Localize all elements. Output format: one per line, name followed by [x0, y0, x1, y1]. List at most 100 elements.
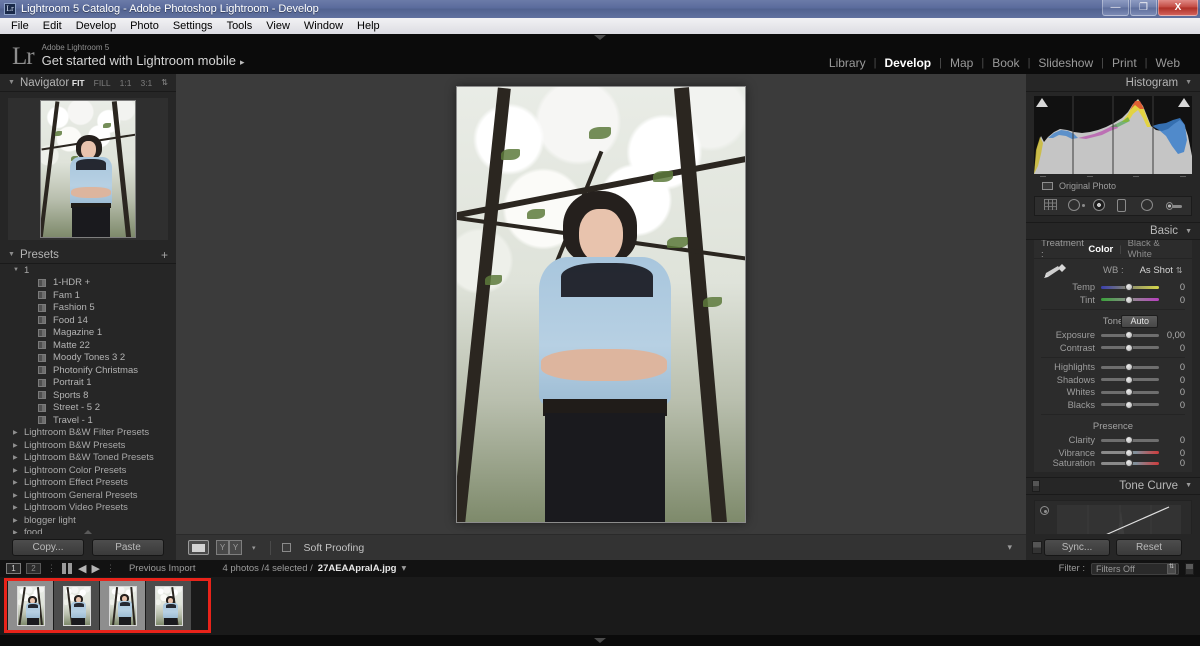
auto-tone-button[interactable]: Auto — [1121, 314, 1158, 328]
zoom-1-1[interactable]: 1:1 — [120, 78, 132, 88]
module-map[interactable]: Map — [942, 56, 981, 70]
chevron-down-icon[interactable]: ▾ — [252, 544, 256, 552]
navigator-preview[interactable] — [8, 98, 168, 240]
menu-develop[interactable]: Develop — [69, 18, 123, 34]
zoom-fit[interactable]: FIT — [72, 78, 85, 88]
targeted-adjustment-icon[interactable] — [1040, 505, 1049, 515]
add-preset-button[interactable]: + — [161, 248, 168, 262]
module-web[interactable]: Web — [1148, 56, 1188, 70]
menu-view[interactable]: View — [259, 18, 297, 34]
preset-item[interactable]: Photonify Christmas — [0, 364, 176, 377]
graduated-filter-icon[interactable] — [1117, 199, 1133, 213]
preset-item[interactable]: Magazine 1 — [0, 327, 176, 340]
preset-group-bw[interactable]: ▶ Lightroom B&W Presets — [0, 439, 176, 452]
preset-item[interactable]: Sports 8 — [0, 389, 176, 402]
slider-knob[interactable] — [1124, 295, 1133, 304]
before-after-a[interactable]: Y — [216, 540, 229, 555]
basic-panel-header[interactable]: Basic ▼ — [1026, 222, 1200, 240]
radial-filter-icon[interactable] — [1141, 199, 1157, 213]
zoom-stepper-icon[interactable]: ⇅ — [161, 78, 168, 87]
preset-group-effect[interactable]: ▶ Lightroom Effect Presets — [0, 477, 176, 490]
slider-knob[interactable] — [1124, 343, 1133, 352]
slider-row-shadows[interactable]: Shadows 0 — [1034, 374, 1192, 387]
current-filename[interactable]: 27AEAApralA.jpg — [318, 563, 397, 574]
filmstrip-cell[interactable] — [8, 580, 53, 632]
filters-toggle-switch[interactable] — [1185, 562, 1194, 575]
highlight-clipping-indicator[interactable] — [1178, 98, 1190, 107]
slider-knob[interactable] — [1124, 436, 1133, 445]
menu-settings[interactable]: Settings — [166, 18, 220, 34]
filmstrip-cell[interactable] — [54, 580, 99, 632]
close-button[interactable]: X — [1158, 0, 1198, 16]
preset-item[interactable]: Fam 1 — [0, 289, 176, 302]
page-2-button[interactable]: 2 — [26, 563, 41, 574]
slider-knob[interactable] — [1124, 388, 1133, 397]
adjustment-brush-icon[interactable] — [1165, 199, 1182, 213]
forward-arrow-icon[interactable]: ▶ — [91, 562, 99, 575]
spot-removal-icon[interactable] — [1068, 199, 1084, 213]
image-stage[interactable] — [176, 74, 1026, 534]
preset-item[interactable]: Travel - 1 — [0, 414, 176, 427]
paste-button[interactable]: Paste — [92, 538, 164, 556]
slider-track[interactable] — [1101, 283, 1159, 292]
top-panel-collapse-arrow[interactable] — [594, 35, 606, 40]
reset-button[interactable]: Reset — [1116, 538, 1182, 556]
slider-track[interactable] — [1101, 331, 1159, 340]
restore-button[interactable]: ❐ — [1130, 0, 1157, 16]
before-after-buttons[interactable]: Y Y — [216, 540, 242, 555]
toolbar-options-chevron-icon[interactable]: ▾ — [1007, 542, 1012, 553]
menu-edit[interactable]: Edit — [36, 18, 69, 34]
wb-value[interactable]: As Shot — [1140, 265, 1173, 276]
slider-knob[interactable] — [1124, 331, 1133, 340]
preset-group-general[interactable]: ▶ Lightroom General Presets — [0, 489, 176, 502]
module-print[interactable]: Print — [1104, 56, 1145, 70]
source-label[interactable]: Previous Import — [129, 563, 196, 574]
back-arrow-icon[interactable]: ◀ — [78, 562, 86, 575]
loupe-view-icon[interactable] — [188, 540, 209, 555]
histogram-header[interactable]: Histogram ▼ — [1026, 74, 1200, 92]
copy-button[interactable]: Copy... — [12, 538, 84, 556]
preset-item[interactable]: Fashion 5 — [0, 302, 176, 315]
menu-photo[interactable]: Photo — [123, 18, 166, 34]
crop-overlay-icon[interactable] — [1044, 199, 1060, 213]
slider-track[interactable] — [1101, 400, 1159, 409]
slider-row-tint[interactable]: Tint 0 — [1034, 294, 1192, 307]
slider-row-clarity[interactable]: Clarity 0 — [1034, 434, 1192, 447]
page-1-button[interactable]: 1 — [6, 563, 21, 574]
tone-curve-switch[interactable] — [1032, 479, 1040, 492]
histogram-graph[interactable] — [1034, 96, 1192, 174]
wb-stepper-icon[interactable]: ⇅ — [1176, 266, 1183, 275]
preset-group-color[interactable]: ▶ Lightroom Color Presets — [0, 464, 176, 477]
treatment-color-option[interactable]: Color — [1088, 244, 1113, 255]
preset-group-1[interactable]: ▼ 1 — [0, 264, 176, 277]
slider-knob[interactable] — [1124, 363, 1133, 372]
slider-track[interactable] — [1101, 459, 1159, 468]
zoom-3-1[interactable]: 3:1 — [140, 78, 152, 88]
treatment-bw-option[interactable]: Black & White — [1128, 238, 1185, 260]
soft-proofing-checkbox[interactable] — [281, 543, 291, 552]
filter-dropdown[interactable]: Filters Off ⇅ — [1091, 562, 1179, 575]
slider-track[interactable] — [1101, 295, 1159, 304]
preset-item[interactable]: Moody Tones 3 2 — [0, 352, 176, 365]
slider-row-contrast[interactable]: Contrast 0 — [1034, 342, 1192, 355]
filmstrip-cell[interactable] — [146, 580, 191, 632]
minimize-button[interactable]: — — [1102, 0, 1129, 16]
preset-item[interactable]: 1-HDR + — [0, 277, 176, 290]
slider-row-saturation[interactable]: Saturation 0 — [1034, 458, 1192, 472]
preset-item[interactable]: Matte 22 — [0, 339, 176, 352]
slider-row-whites[interactable]: Whites 0 — [1034, 386, 1192, 399]
slider-knob[interactable] — [1124, 400, 1133, 409]
preset-item[interactable]: Street - 5 2 — [0, 402, 176, 415]
module-develop[interactable]: Develop — [876, 56, 939, 70]
module-library[interactable]: Library — [821, 56, 874, 70]
preset-group-video[interactable]: ▶ Lightroom Video Presets — [0, 502, 176, 515]
menu-file[interactable]: File — [4, 18, 36, 34]
white-balance-selector-icon[interactable] — [1042, 262, 1068, 279]
shadow-clipping-indicator[interactable] — [1036, 98, 1048, 107]
bottom-panel-collapse-arrow[interactable] — [594, 638, 606, 643]
preset-item[interactable]: Food 14 — [0, 314, 176, 327]
original-photo-row[interactable]: Original Photo — [1034, 177, 1192, 196]
slider-knob[interactable] — [1124, 375, 1133, 384]
slider-row-vibrance[interactable]: Vibrance 0 — [1034, 447, 1192, 460]
slider-track[interactable] — [1101, 363, 1159, 372]
